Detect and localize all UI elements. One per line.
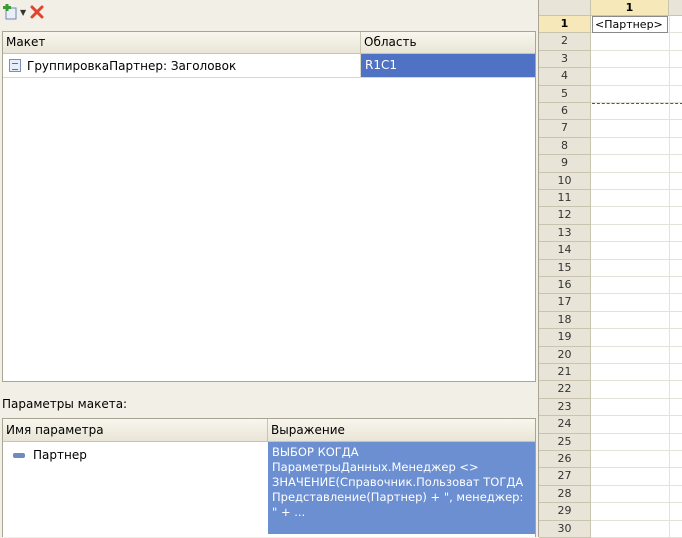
row-header[interactable]: 5 [539,85,591,103]
row-header[interactable]: 23 [539,398,591,417]
row-header[interactable]: 12 [539,207,591,225]
sheet-row[interactable] [591,207,682,225]
row-header[interactable]: 28 [539,485,591,504]
sheet-row[interactable] [591,451,682,469]
sheet-row[interactable] [591,190,682,208]
layouts-table: Макет Область ГруппировкаПартнер: Заголо… [2,31,536,382]
add-icon [3,4,17,20]
delete-icon [30,5,44,19]
sheet-row[interactable] [591,485,682,504]
sheet-row[interactable] [591,172,682,190]
table-row[interactable]: ГруппировкаПартнер: Заголовок R1C1 [3,54,535,78]
template-icon [9,59,21,72]
sheet-row[interactable] [591,346,682,364]
parameters-table-header: Имя параметра Выражение [3,419,535,442]
layout-settings-panel: ▼ Макет Область ГруппировкаПартнер: Заго… [0,0,538,537]
sheet-row[interactable] [591,155,682,173]
row-header[interactable]: 13 [539,224,591,243]
layout-name: ГруппировкаПартнер: Заголовок [27,58,237,73]
param-name: Партнер [33,448,87,462]
row-header[interactable]: 17 [539,294,591,312]
param-name-cell[interactable]: Партнер [3,442,268,534]
page-break-line [592,103,682,104]
chevron-down-icon[interactable]: ▼ [20,8,26,17]
layouts-table-header: Макет Область [3,32,535,54]
layout-area-cell[interactable]: R1C1 [361,54,535,77]
row-header[interactable]: 27 [539,468,591,486]
sheet-row[interactable] [591,503,682,521]
sheet-row[interactable] [591,364,682,382]
row-header[interactable]: 9 [539,155,591,173]
table-row[interactable]: Партнер ВЫБОР КОГДА ПараметрыДанных.Мене… [3,442,535,534]
row-header[interactable]: 11 [539,190,591,208]
sheet-row[interactable] [591,50,682,69]
column-header-2[interactable] [669,0,682,16]
row-header[interactable]: 24 [539,416,591,434]
row-header[interactable]: 26 [539,451,591,469]
sheet-row[interactable] [591,433,682,451]
row-header[interactable]: 22 [539,381,591,399]
sheet-row[interactable] [591,520,682,538]
row-header[interactable]: 15 [539,259,591,277]
row-header[interactable]: 21 [539,364,591,382]
sheet-row[interactable] [591,294,682,312]
sheet-row[interactable] [591,311,682,330]
add-button[interactable] [2,3,20,21]
sheet-row[interactable] [591,33,682,51]
row-header[interactable]: 14 [539,242,591,260]
spreadsheet-preview: 1 1 2 3 4 5 6 7 8 9 10 11 12 13 14 15 16 17 18 19 20 21 22 23 2… [538,0,682,538]
sheet-row[interactable] [591,259,682,277]
sheet-row[interactable] [591,398,682,417]
column-header-layout[interactable]: Макет [3,32,361,53]
toolbar: ▼ [2,2,46,22]
column-header-expression[interactable]: Выражение [268,419,535,441]
row-header[interactable]: 10 [539,172,591,190]
param-expression-cell[interactable]: ВЫБОР КОГДА ПараметрыДанных.Менеджер <> … [268,442,535,534]
sheet-row[interactable] [591,224,682,243]
sheet-row[interactable] [591,137,682,156]
row-header[interactable]: 8 [539,137,591,156]
column-header-1[interactable]: 1 [591,0,669,16]
parameters-label: Параметры макета: [2,397,128,411]
sheet-row[interactable] [591,68,682,86]
sheet-row[interactable] [591,416,682,434]
row-header[interactable]: 16 [539,277,591,295]
row-header[interactable]: 2 [539,33,591,51]
row-header[interactable]: 6 [539,103,591,121]
sheet-row[interactable] [591,85,682,103]
row-header[interactable]: 19 [539,329,591,347]
delete-button[interactable] [28,3,46,21]
sheet-row[interactable] [591,120,682,138]
sheet-cell-r1c1[interactable]: <Партнер> [592,16,668,33]
sheet-row[interactable] [591,277,682,295]
column-header-param-name[interactable]: Имя параметра [3,419,268,441]
row-header[interactable]: 25 [539,433,591,451]
row-header[interactable]: 18 [539,311,591,330]
row-header[interactable]: 4 [539,68,591,86]
column-header-area[interactable]: Область [361,32,535,53]
sheet-row[interactable] [591,381,682,399]
sheet-row[interactable] [591,468,682,486]
row-header[interactable]: 3 [539,50,591,69]
parameters-table: Имя параметра Выражение Партнер ВЫБОР КО… [2,418,536,537]
parameter-icon [13,453,25,458]
row-header[interactable]: 7 [539,120,591,138]
sheet-corner[interactable] [539,0,591,16]
row-header[interactable]: 1 [539,16,591,34]
row-header[interactable]: 30 [539,520,591,538]
sheet-row[interactable] [591,103,682,121]
sheet-row[interactable] [591,242,682,260]
row-header[interactable]: 20 [539,346,591,364]
sheet-row[interactable] [591,329,682,347]
row-header[interactable]: 29 [539,503,591,521]
layout-name-cell[interactable]: ГруппировкаПартнер: Заголовок [3,54,361,77]
